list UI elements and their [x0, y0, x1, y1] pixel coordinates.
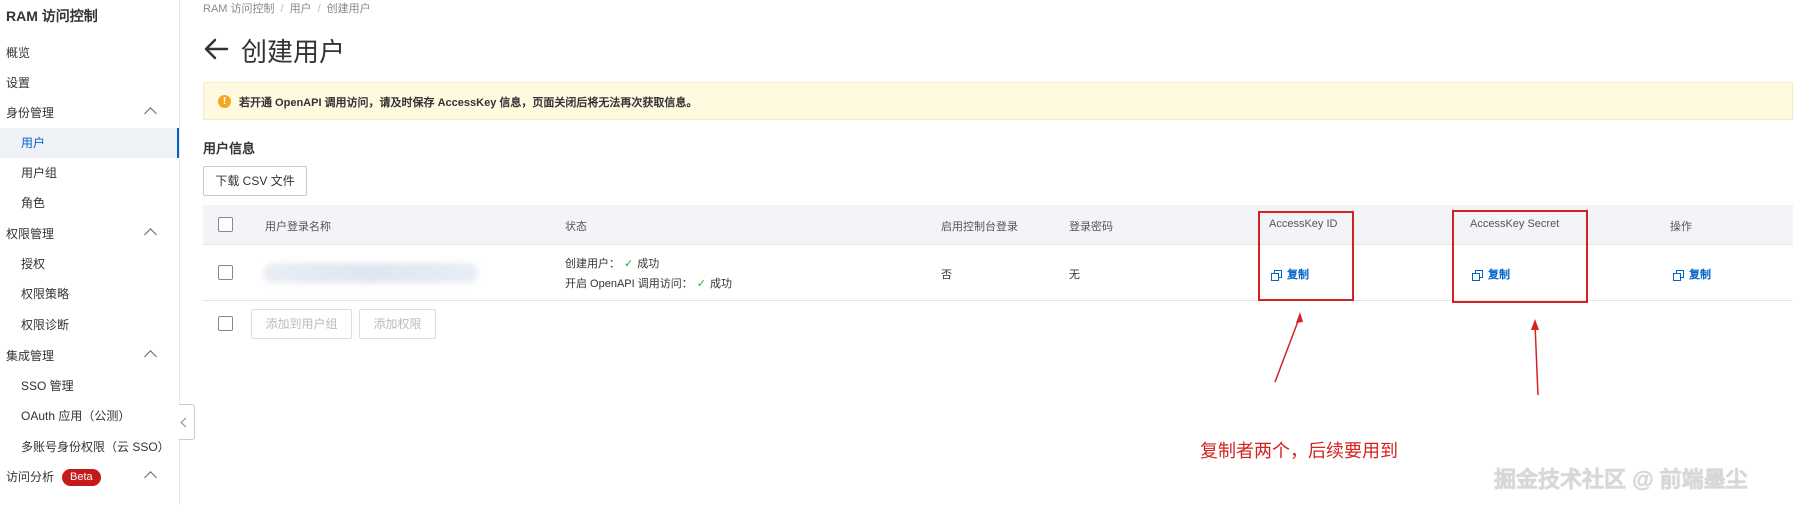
watermark: 掘金技术社区 @ 前端墨尘 — [1494, 467, 1748, 492]
annotation-arrows — [1274, 312, 1539, 396]
annotation-text: 复制者两个，后续要用到 — [1200, 441, 1398, 461]
